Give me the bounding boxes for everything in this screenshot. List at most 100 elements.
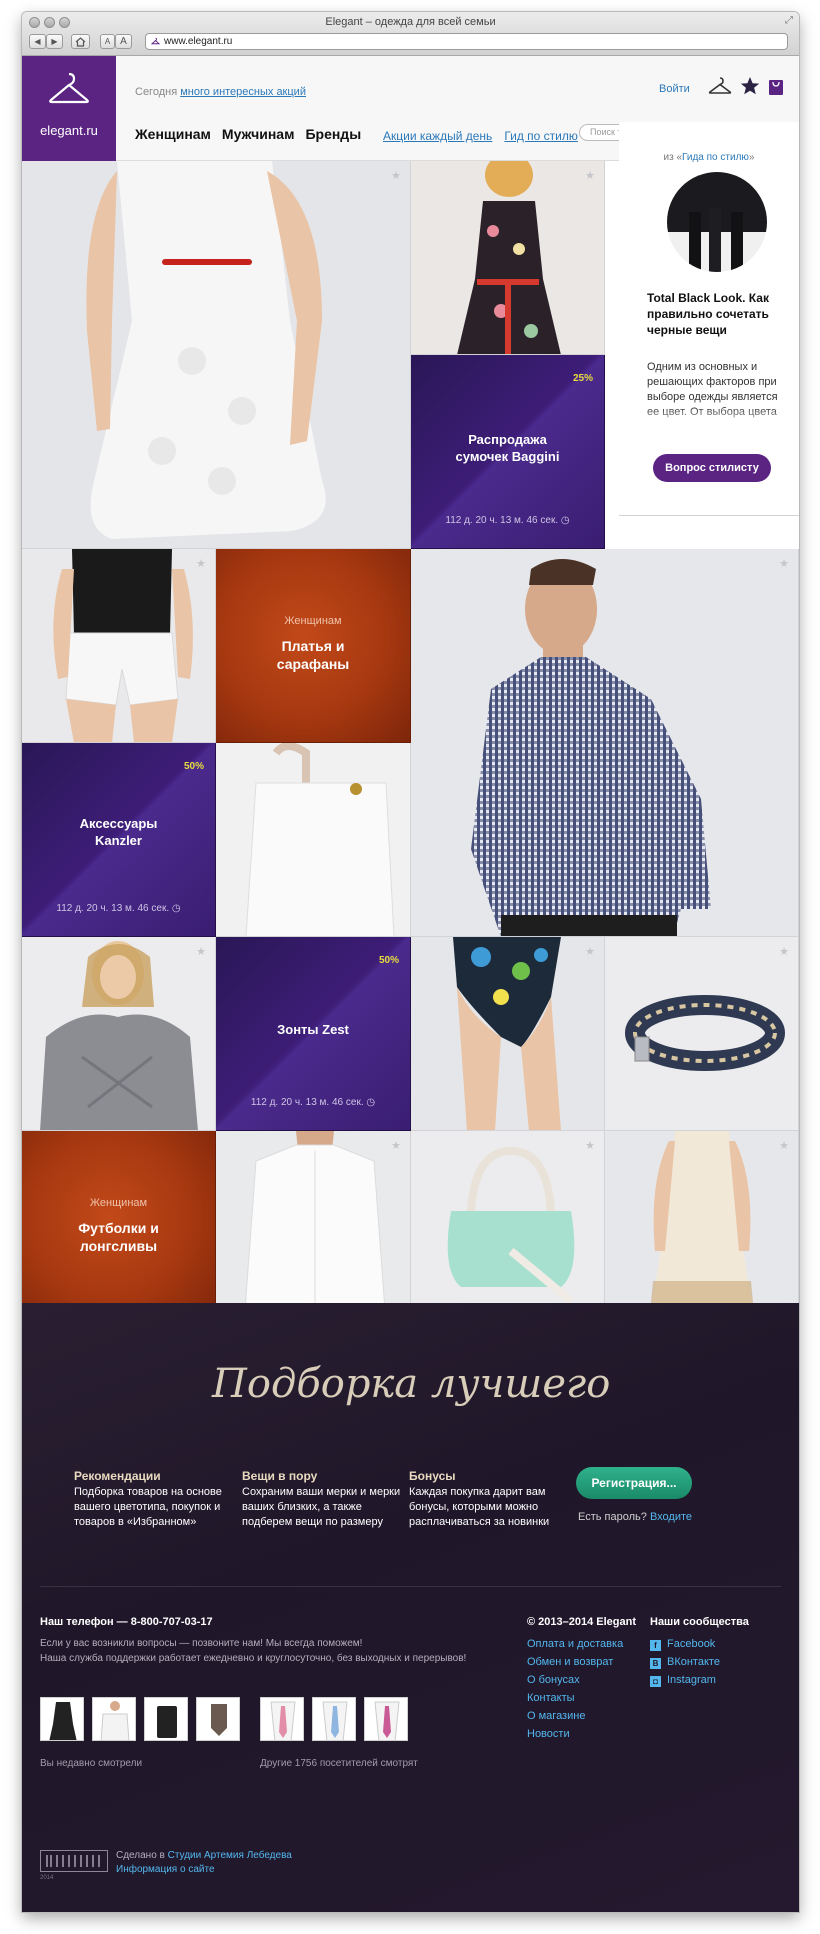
title-bar: Elegant – одежда для всей семьи ⤢ ◀ ▶ A … xyxy=(22,12,799,56)
made-by: Сделано в Студии Артемия Лебедева Информ… xyxy=(116,1849,292,1877)
social-label: Instagram xyxy=(667,1674,716,1686)
login-link[interactable]: Войти xyxy=(659,83,690,95)
category-title: Платья и сарафаны xyxy=(276,638,350,672)
product-white-dress[interactable]: ★ xyxy=(22,161,411,549)
recent-caption: Вы недавно смотрели xyxy=(40,1758,143,1769)
promo-baggini[interactable]: 25% Распродажа сумочек Baggini 112 д. 20… xyxy=(411,355,605,549)
favorite-star-icon[interactable]: ★ xyxy=(196,945,206,958)
footer-link-bonuses[interactable]: О бонусах xyxy=(527,1671,623,1689)
guide-image[interactable] xyxy=(667,172,767,272)
favorite-star-icon[interactable]: ★ xyxy=(779,1139,789,1152)
nav-style-guide[interactable]: Гид по стилю xyxy=(504,129,578,143)
nav-men[interactable]: Мужчинам xyxy=(222,126,295,142)
site-info-link[interactable]: Информация о сайте xyxy=(116,1864,215,1875)
social-facebook[interactable]: f Facebook xyxy=(650,1635,720,1653)
category-dresses[interactable]: Женщинам Платья и сарафаны xyxy=(216,549,411,743)
footer-links: Оплата и доставка Обмен и возврат О бону… xyxy=(527,1635,623,1743)
footer-link-news[interactable]: Новости xyxy=(527,1725,623,1743)
guide-title[interactable]: Total Black Look. Как правильно сочетать… xyxy=(647,290,777,338)
white-bag-photo xyxy=(245,743,395,936)
recent-thumb[interactable] xyxy=(196,1697,240,1741)
social-instagram[interactable]: ◘ Instagram xyxy=(650,1671,720,1689)
ask-stylist-button[interactable]: Вопрос стилисту xyxy=(653,454,771,482)
product-white-shirt[interactable]: ★ xyxy=(216,1131,411,1324)
promo-kanzler[interactable]: 50% Аксессуары Kanzler 112 д. 20 ч. 13 м… xyxy=(22,743,216,937)
product-swimsuit[interactable]: ★ xyxy=(411,937,605,1131)
home-button[interactable] xyxy=(71,34,90,49)
product-floral-dress[interactable]: ★ xyxy=(411,161,605,355)
white-dress-photo xyxy=(86,161,326,539)
text-smaller-button[interactable]: A xyxy=(100,34,115,49)
studio-link[interactable]: Студии Артемия Лебедева xyxy=(168,1850,292,1861)
social-vkontakte[interactable]: В ВКонтакте xyxy=(650,1653,720,1671)
forward-button[interactable]: ▶ xyxy=(46,34,63,49)
fullscreen-icon[interactable]: ⤢ xyxy=(785,15,793,26)
feature-text: Подборка товаров на основе вашего цветот… xyxy=(74,1486,222,1528)
product-white-shorts[interactable]: ★ xyxy=(22,549,216,743)
favorite-star-icon[interactable]: ★ xyxy=(391,1139,401,1152)
product-mint-bag[interactable]: ★ xyxy=(411,1131,605,1324)
address-url: www.elegant.ru xyxy=(164,36,233,47)
shopping-bag-icon[interactable] xyxy=(768,76,784,96)
hanger-wardrobe-icon[interactable] xyxy=(708,76,732,96)
mint-bag-photo xyxy=(447,1146,575,1305)
favorite-star-icon[interactable]: ★ xyxy=(391,169,401,182)
footer-link-returns[interactable]: Обмен и возврат xyxy=(527,1653,623,1671)
lace-dress-photo xyxy=(649,1131,755,1323)
instagram-icon: ◘ xyxy=(650,1676,661,1687)
support-line: Если у вас возникли вопросы — позвоните … xyxy=(40,1638,363,1649)
promo-timer: 112 д. 20 ч. 13 м. 46 сек. ◷ xyxy=(216,1097,410,1108)
others-caption: Другие 1756 посетителей смотрят xyxy=(260,1758,418,1769)
favorite-star-icon[interactable]: ★ xyxy=(779,945,789,958)
popular-thumb[interactable] xyxy=(260,1697,304,1741)
guide-source-link[interactable]: Гида по стилю xyxy=(682,152,749,163)
text-larger-button[interactable]: A xyxy=(115,34,132,49)
promo-discount: 50% xyxy=(378,955,399,966)
promo-link[interactable]: много интересных акций xyxy=(180,86,306,98)
guide-text-fade xyxy=(647,407,779,429)
login-link[interactable]: Входите xyxy=(650,1511,692,1523)
product-white-bag[interactable] xyxy=(216,743,411,937)
product-checked-shirt[interactable]: ★ xyxy=(411,549,799,937)
site-logo[interactable]: elegant.ru xyxy=(22,56,116,161)
woven-belt-photo xyxy=(625,995,785,1071)
studio-logo[interactable] xyxy=(40,1850,108,1872)
footer-link-payment[interactable]: Оплата и доставка xyxy=(527,1635,623,1653)
thumb-swimsuit-photo xyxy=(211,1704,227,1736)
footer-link-contacts[interactable]: Контакты xyxy=(527,1689,623,1707)
back-button[interactable]: ◀ xyxy=(29,34,46,49)
product-woven-belt[interactable]: ★ xyxy=(605,937,799,1131)
guide-source-prefix: из « xyxy=(663,152,683,163)
product-gray-top[interactable]: ★ xyxy=(22,937,216,1131)
recent-thumb[interactable] xyxy=(40,1697,84,1741)
nav-daily-deals[interactable]: Акции каждый день xyxy=(383,129,492,143)
popular-thumb[interactable] xyxy=(364,1697,408,1741)
favorite-star-icon[interactable]: ★ xyxy=(196,557,206,570)
category-tshirts[interactable]: Женщинам Футболки и лонгсливы xyxy=(22,1131,216,1324)
nav-brands[interactable]: Бренды xyxy=(305,126,361,142)
footer-link-about[interactable]: О магазине xyxy=(527,1707,623,1725)
site-favicon-icon xyxy=(151,37,160,45)
studio-year: 2014 xyxy=(40,1875,54,1881)
nav-women[interactable]: Женщинам xyxy=(135,126,211,142)
favorite-star-icon[interactable]: ★ xyxy=(585,169,595,182)
favorite-star-icon[interactable]: ★ xyxy=(585,945,595,958)
favorite-star-icon[interactable]: ★ xyxy=(779,557,789,570)
promo-prefix: Сегодня xyxy=(135,86,181,98)
product-lace-dress[interactable]: ★ xyxy=(605,1131,799,1324)
feature-heading: Вещи в пору xyxy=(242,1469,318,1483)
promo-timer: 112 д. 20 ч. 13 м. 46 сек. ◷ xyxy=(22,903,215,914)
promo-zest[interactable]: 50% Зонты Zest 112 д. 20 ч. 13 м. 46 сек… xyxy=(216,937,411,1131)
favorite-star-icon[interactable]: ★ xyxy=(585,1139,595,1152)
register-button[interactable]: Регистрация... xyxy=(576,1467,692,1499)
recent-thumb[interactable] xyxy=(144,1697,188,1741)
address-bar[interactable]: www.elegant.ru xyxy=(145,33,788,50)
communities-heading: Наши сообщества xyxy=(650,1616,749,1628)
popular-thumb[interactable] xyxy=(312,1697,356,1741)
category-subtitle: Женщинам xyxy=(284,615,342,627)
favorites-star-icon[interactable] xyxy=(740,76,760,96)
recent-thumb[interactable] xyxy=(92,1697,136,1741)
guide-source: из «Гида по стилю» xyxy=(619,152,799,163)
main-nav: Женщинам Мужчинам Бренды xyxy=(135,126,372,142)
clock-icon: ◷ xyxy=(366,1097,376,1108)
